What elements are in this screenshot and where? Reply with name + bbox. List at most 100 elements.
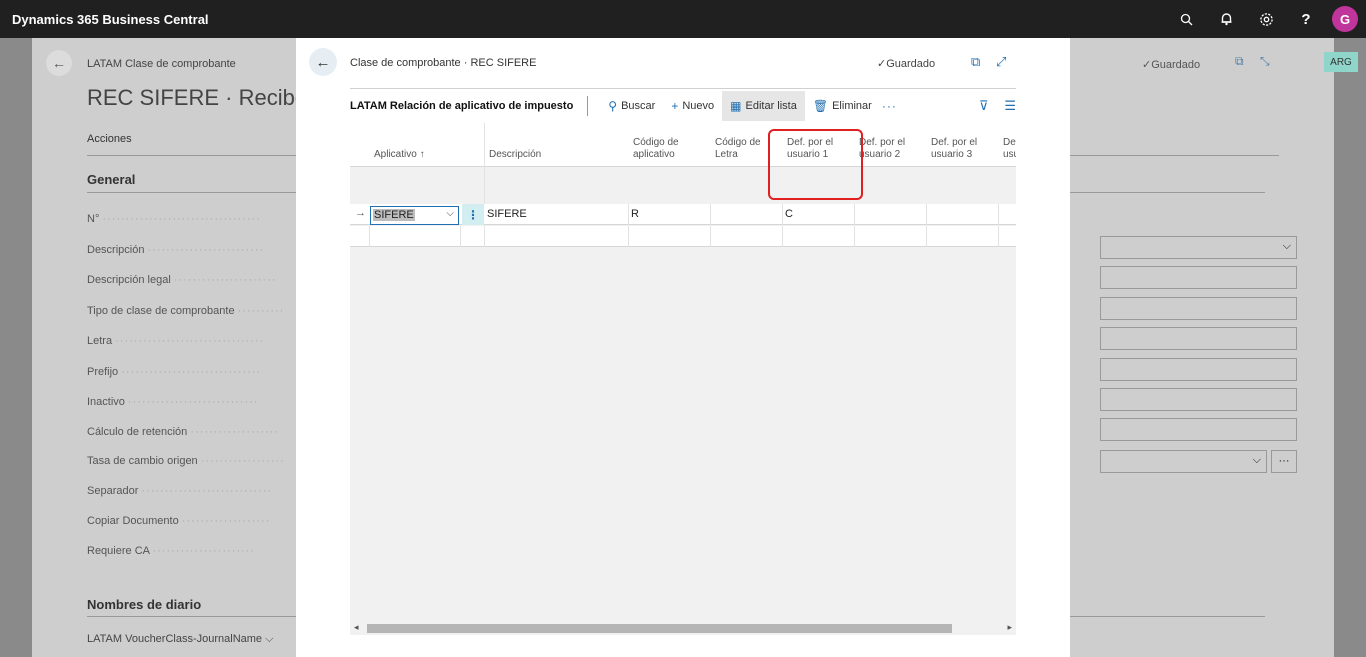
text-input[interactable] — [1100, 388, 1297, 411]
toolbar-divider — [587, 96, 589, 116]
field-letra: Letra ································ — [87, 335, 265, 347]
text-input[interactable] — [1100, 327, 1297, 350]
select-input[interactable]: ⌵ — [1100, 236, 1297, 259]
list-grid: Aplicativo ↑ Descripción Código de aplic… — [350, 123, 1016, 635]
chevron-down-icon: ⌵ — [446, 208, 454, 219]
chevron-down-icon: ⌵ — [1282, 240, 1291, 252]
column-header-def4[interactable]: Def. por el usuario 4 — [1003, 137, 1016, 161]
list-title: LATAM Relación de aplicativo de impuesto — [350, 100, 574, 112]
cell[interactable] — [926, 226, 999, 247]
avatar[interactable]: G — [1332, 6, 1358, 32]
text-input[interactable] — [1100, 418, 1297, 441]
breadcrumb: Clase de comprobante · REC SIFERE — [350, 57, 537, 69]
table-row[interactable]: → SIFERE ⌵ ⋮ SIFERE R C — [350, 204, 1016, 225]
section-nombres-diario[interactable]: Nombres de diario — [87, 597, 201, 612]
action-toolbar: LATAM Relación de aplicativo de impuesto… — [350, 91, 1016, 121]
help-icon[interactable]: ? — [1286, 0, 1326, 38]
cell[interactable] — [854, 226, 927, 247]
field-copiar-documento: Copiar Documento ··················· — [87, 515, 271, 527]
aplicativo-select[interactable]: SIFERE ⌵ — [370, 206, 459, 225]
new-button[interactable]: + Nuevo — [663, 91, 722, 121]
cell — [460, 226, 485, 247]
field-tipo-clase: Tipo de clase de comprobante ·········· — [87, 305, 285, 317]
gear-icon[interactable] — [1246, 0, 1286, 38]
list-modal: ← Clase de comprobante · REC SIFERE ✓Gua… — [296, 38, 1070, 657]
app-title: Dynamics 365 Business Central — [12, 11, 209, 27]
chevron-down-icon: ⌵ — [265, 633, 274, 645]
cell[interactable] — [628, 226, 711, 247]
search-icon[interactable] — [1166, 0, 1206, 38]
lookup-button[interactable]: ··· — [1271, 450, 1297, 473]
row-actions-button[interactable]: ⋮ — [462, 204, 484, 225]
environment-badge: ARG — [1324, 52, 1358, 72]
cell-descripcion[interactable]: SIFERE — [484, 204, 629, 225]
cell[interactable] — [710, 226, 783, 247]
field-requiere-ca: Requiere CA ······················ — [87, 545, 256, 557]
more-actions-button[interactable]: ··· — [882, 99, 897, 113]
select-input[interactable]: ⌵ — [1100, 450, 1267, 473]
annotation-highlight-box — [768, 129, 863, 200]
breadcrumb[interactable]: LATAM Clase de comprobante — [87, 58, 236, 70]
text-input[interactable] — [1100, 297, 1297, 320]
bell-icon[interactable] — [1206, 0, 1246, 38]
scroll-left-arrow-icon[interactable]: ◂ — [354, 622, 359, 633]
field-no: N° ·································· — [87, 213, 261, 225]
toolbar-right: ⊽ ☰ — [963, 91, 1016, 121]
plus-icon: + — [671, 99, 679, 113]
page-title: REC SIFERE · Recibo SIFERE — [87, 85, 297, 110]
horizontal-scrollbar[interactable]: ◂ ▸ — [350, 621, 1016, 635]
field-descripcion-legal: Descripción legal ······················ — [87, 274, 277, 286]
trash-icon: 🗑 — [812, 99, 829, 113]
scrollbar-thumb[interactable] — [367, 624, 952, 633]
field-tasa-cambio: Tasa de cambio origen ·················· — [87, 455, 285, 467]
saved-status: ✓Guardado — [877, 58, 936, 70]
field-prefijo: Prefijo ······························ — [87, 366, 262, 378]
list-view-icon[interactable]: ☰ — [1004, 98, 1016, 114]
cell — [350, 226, 370, 247]
acciones-menu[interactable]: Acciones — [87, 133, 132, 145]
cell-def2[interactable] — [854, 204, 927, 225]
field-separador: Separador ···························· — [87, 485, 273, 497]
header-icons: ? G — [1166, 0, 1366, 38]
field-descripcion: Descripción ························· — [87, 244, 265, 256]
field-calculo-retencion: Cálculo de retención ··················· — [87, 426, 279, 438]
edit-list-icon: ▦ — [730, 99, 742, 113]
open-new-window-icon[interactable]: ⧉ — [971, 54, 980, 70]
section-general[interactable]: General — [87, 172, 135, 187]
search-icon: ⚲ — [608, 99, 618, 113]
text-input[interactable] — [1100, 266, 1297, 289]
journal-name-field[interactable]: LATAM VoucherClass-JournalName ⌵ — [87, 633, 273, 646]
grid-header: Aplicativo ↑ Descripción Código de aplic… — [350, 123, 1016, 167]
saved-status: ✓Guardado — [1142, 59, 1201, 71]
app-header: Dynamics 365 Business Central ? G — [0, 0, 1366, 38]
scroll-right-arrow-icon[interactable]: ▸ — [1007, 622, 1012, 633]
column-header-codigo-letra[interactable]: Código de Letra — [715, 137, 775, 161]
cell-def1[interactable]: C — [782, 204, 855, 225]
row-selector-arrow-icon: → — [355, 207, 366, 219]
delete-button[interactable]: 🗑 Eliminar — [805, 91, 880, 121]
cell-codigo-aplicativo[interactable]: R — [628, 204, 711, 225]
filter-icon[interactable]: ⊽ — [979, 98, 989, 114]
cell-codigo-letra[interactable] — [710, 204, 783, 225]
column-header-descripcion[interactable]: Descripción — [489, 149, 541, 161]
cell[interactable] — [782, 226, 855, 247]
column-divider — [484, 123, 485, 209]
table-row-empty[interactable] — [350, 226, 1016, 247]
cell[interactable] — [369, 226, 461, 247]
collapse-icon[interactable]: ⤡ — [1260, 54, 1270, 69]
back-arrow-icon[interactable]: ← — [309, 48, 337, 76]
column-header-def3[interactable]: Def. por el usuario 3 — [931, 137, 991, 161]
edit-list-button[interactable]: ▦ Editar lista — [722, 91, 805, 121]
cell[interactable] — [484, 226, 629, 247]
divider — [350, 88, 1016, 89]
cell-def3[interactable] — [926, 204, 999, 225]
column-header-aplicativo[interactable]: Aplicativo ↑ — [374, 149, 425, 161]
expand-icon[interactable]: ⤢ — [996, 54, 1006, 70]
open-new-window-icon[interactable]: ⧉ — [1235, 54, 1244, 69]
back-arrow-icon[interactable]: ← — [46, 50, 72, 76]
column-header-def2[interactable]: Def. por el usuario 2 — [859, 137, 919, 161]
field-inactivo: Inactivo ···························· — [87, 396, 259, 408]
column-header-codigo-aplicativo[interactable]: Código de aplicativo — [633, 137, 695, 161]
text-input[interactable] — [1100, 358, 1297, 381]
search-button[interactable]: ⚲ Buscar — [600, 91, 663, 121]
